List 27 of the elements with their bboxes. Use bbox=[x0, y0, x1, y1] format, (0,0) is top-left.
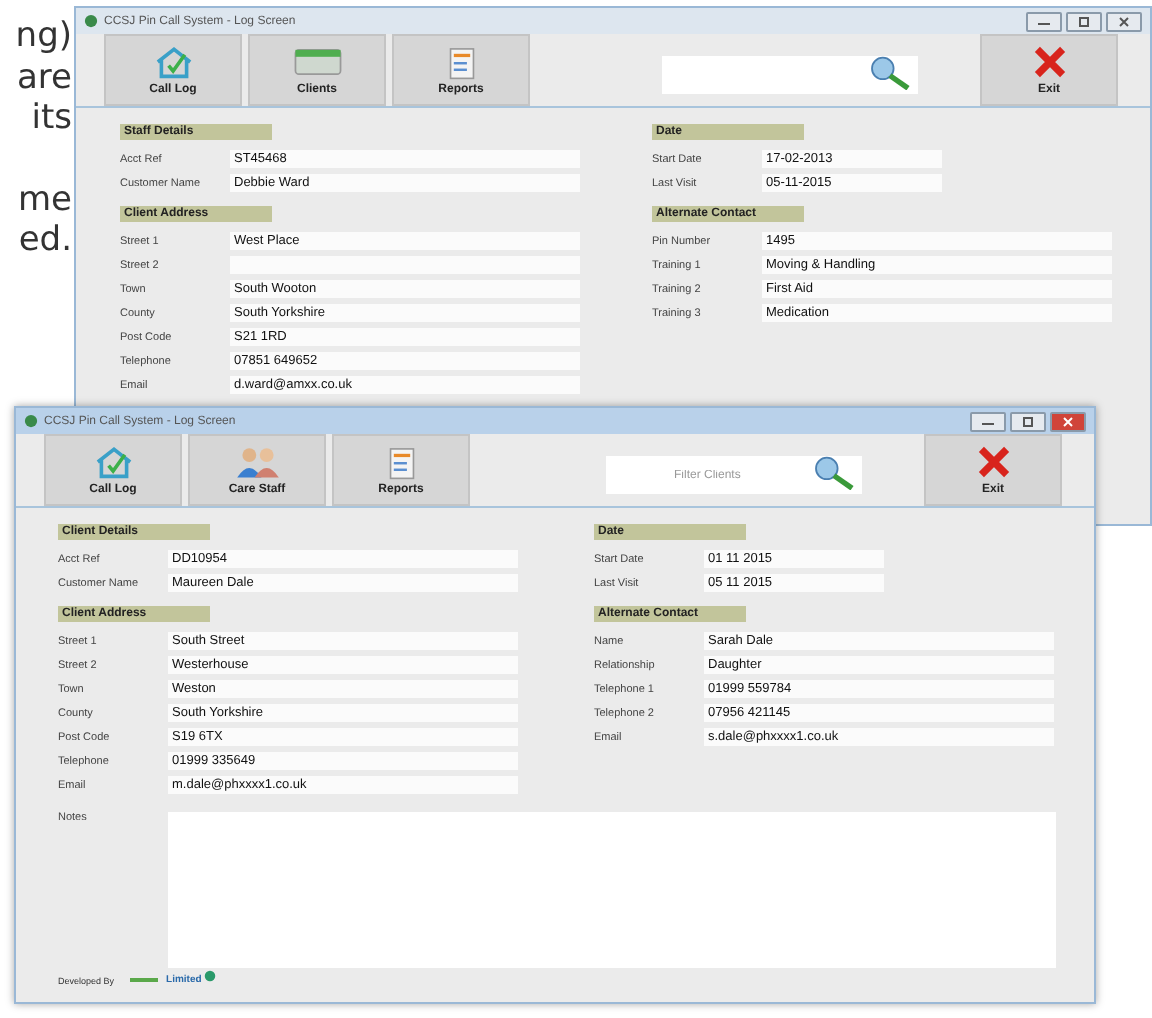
card-icon bbox=[291, 44, 343, 80]
search-icon bbox=[866, 53, 914, 89]
logo-mark bbox=[130, 978, 159, 982]
brochure-text: ng) bbox=[15, 16, 72, 57]
close-icon bbox=[1114, 15, 1134, 27]
close-button[interactable] bbox=[1050, 411, 1086, 431]
close-icon bbox=[1058, 415, 1078, 427]
people-icon bbox=[231, 444, 283, 480]
search-icon bbox=[810, 453, 858, 489]
minimize-button[interactable] bbox=[1026, 11, 1062, 31]
maximize-icon bbox=[1018, 415, 1038, 427]
search-field[interactable] bbox=[662, 56, 918, 94]
brochure-text: are bbox=[17, 57, 72, 98]
house-icon bbox=[151, 44, 195, 80]
maximize-button[interactable] bbox=[1066, 11, 1102, 31]
app-icon bbox=[24, 414, 38, 428]
brochure-text: me bbox=[17, 179, 72, 220]
brochure-text: ed. bbox=[18, 220, 72, 261]
notes-field[interactable] bbox=[168, 812, 1056, 968]
minimize-button[interactable] bbox=[970, 411, 1006, 431]
brochure-text: its bbox=[31, 98, 72, 139]
app-icon bbox=[84, 14, 98, 28]
maximize-button[interactable] bbox=[1010, 411, 1046, 431]
house-icon bbox=[91, 444, 135, 480]
globe-icon bbox=[203, 970, 216, 982]
maximize-icon bbox=[1074, 15, 1094, 27]
close-button[interactable] bbox=[1106, 11, 1142, 31]
